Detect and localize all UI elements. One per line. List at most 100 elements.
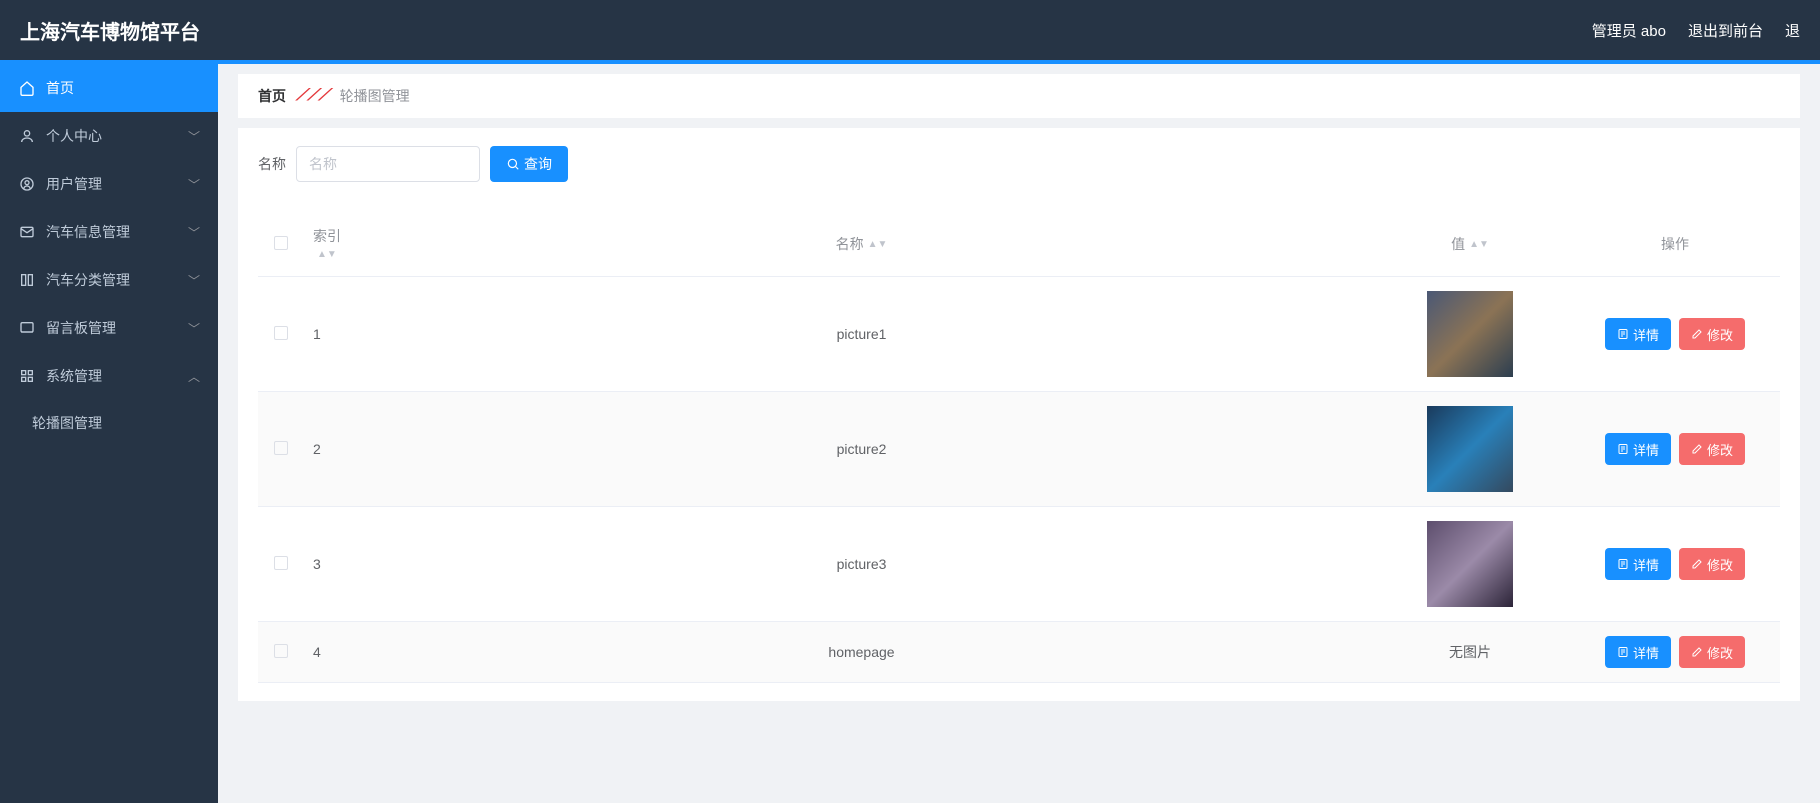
sidebar-item-label: 留言板管理 (46, 318, 116, 338)
sidebar-item-1[interactable]: 个人中心 ﹀ (0, 112, 218, 160)
breadcrumb-home[interactable]: 首页 (258, 86, 286, 106)
row-checkbox[interactable] (274, 441, 288, 455)
search-input[interactable] (296, 146, 480, 182)
breadcrumb-current: 轮播图管理 (340, 86, 410, 106)
sidebar-item-label: 个人中心 (46, 126, 102, 146)
thumbnail-image[interactable] (1427, 406, 1513, 492)
search-button-label: 查询 (524, 154, 552, 174)
cell-index: 3 (303, 507, 353, 622)
exit-link[interactable]: 退 (1785, 20, 1800, 41)
col-index[interactable]: 索引▲▼ (303, 212, 353, 277)
sidebar-item-label: 首页 (46, 78, 74, 98)
detail-button-label: 详情 (1633, 440, 1659, 459)
user-icon (18, 127, 36, 145)
edit-icon (1691, 328, 1703, 340)
detail-button-label: 详情 (1633, 325, 1659, 344)
cell-index: 2 (303, 392, 353, 507)
detail-button-label: 详情 (1633, 555, 1659, 574)
cell-name: picture1 (353, 277, 1370, 392)
edit-button-label: 修改 (1707, 643, 1733, 662)
chevron-down-icon: ﹀ (188, 128, 200, 145)
sidebar-item-4[interactable]: 汽车分类管理 ﹀ (0, 256, 218, 304)
detail-button[interactable]: 详情 (1605, 433, 1671, 465)
chevron-down-icon: ﹀ (188, 272, 200, 289)
edit-button-label: 修改 (1707, 555, 1733, 574)
no-image-text: 无图片 (1449, 644, 1491, 660)
sort-icon: ▲▼ (868, 242, 888, 248)
edit-icon (1691, 558, 1703, 570)
chevron-down-icon: ﹀ (188, 224, 200, 241)
search-icon (506, 157, 520, 171)
detail-icon (1617, 443, 1629, 455)
mail-icon (18, 223, 36, 241)
board-icon (18, 319, 36, 337)
sidebar-item-label: 用户管理 (46, 174, 102, 194)
row-checkbox[interactable] (274, 326, 288, 340)
search-button[interactable]: 查询 (490, 146, 568, 182)
chevron-down-icon: ﹀ (188, 176, 200, 193)
grid-icon (18, 367, 36, 385)
edit-icon (1691, 443, 1703, 455)
sidebar-item-label: 汽车信息管理 (46, 222, 130, 242)
edit-button-label: 修改 (1707, 325, 1733, 344)
sort-icon: ▲▼ (1469, 242, 1489, 248)
table-row: 2 picture2 详情 修改 (258, 392, 1780, 507)
cell-value (1370, 392, 1570, 507)
breadcrumb: 首页 ⟋⟋⟋ 轮播图管理 (238, 74, 1800, 118)
sidebar: 首页个人中心 ﹀ 用户管理 ﹀ 汽车信息管理 ﹀ 汽车分类管理 ﹀ 留言板管理 ﹀ 系统管理︿轮播图… (0, 64, 218, 803)
edit-button-label: 修改 (1707, 440, 1733, 459)
sidebar-item-3[interactable]: 汽车信息管理 ﹀ (0, 208, 218, 256)
detail-button[interactable]: 详情 (1605, 636, 1671, 668)
header-right: 管理员 abo 退出到前台 退 (1592, 20, 1800, 41)
sidebar-subitem-carousel[interactable]: 轮播图管理 (0, 400, 218, 446)
sort-icon: ▲▼ (317, 252, 337, 258)
detail-button[interactable]: 详情 (1605, 548, 1671, 580)
breadcrumb-separator-icon: ⟋⟋⟋ (296, 87, 330, 105)
sidebar-item-label: 系统管理 (46, 366, 102, 386)
edit-button[interactable]: 修改 (1679, 318, 1745, 350)
thumbnail-image[interactable] (1427, 291, 1513, 377)
home-icon (18, 79, 36, 97)
edit-button[interactable]: 修改 (1679, 433, 1745, 465)
logout-link[interactable]: 退出到前台 (1688, 20, 1763, 41)
cell-value: 无图片 (1370, 622, 1570, 683)
edit-button[interactable]: 修改 (1679, 636, 1745, 668)
brand-title: 上海汽车博物馆平台 (20, 16, 200, 45)
detail-button[interactable]: 详情 (1605, 318, 1671, 350)
edit-button[interactable]: 修改 (1679, 548, 1745, 580)
cell-name: picture2 (353, 392, 1370, 507)
sidebar-item-label: 汽车分类管理 (46, 270, 130, 290)
cell-name: picture3 (353, 507, 1370, 622)
sidebar-item-6[interactable]: 系统管理︿ (0, 352, 218, 400)
detail-icon (1617, 558, 1629, 570)
col-op: 操作 (1570, 212, 1780, 277)
sidebar-item-2[interactable]: 用户管理 ﹀ (0, 160, 218, 208)
row-checkbox[interactable] (274, 556, 288, 570)
col-name[interactable]: 名称▲▼ (353, 212, 1370, 277)
sidebar-item-5[interactable]: 留言板管理 ﹀ (0, 304, 218, 352)
cell-name: homepage (353, 622, 1370, 683)
edit-icon (1691, 646, 1703, 658)
thumbnail-image[interactable] (1427, 521, 1513, 607)
sidebar-item-0[interactable]: 首页 (0, 64, 218, 112)
select-all-checkbox[interactable] (274, 236, 288, 250)
table-row: 4 homepage 无图片 详情 修改 (258, 622, 1780, 683)
cell-value (1370, 277, 1570, 392)
table-row: 1 picture1 详情 修改 (258, 277, 1780, 392)
cell-value (1370, 507, 1570, 622)
data-table: 索引▲▼ 名称▲▼ 值▲▼ 操作 1 picture1 详情 修改 (258, 212, 1780, 683)
col-value[interactable]: 值▲▼ (1370, 212, 1570, 277)
row-checkbox[interactable] (274, 644, 288, 658)
detail-icon (1617, 646, 1629, 658)
cell-index: 4 (303, 622, 353, 683)
chevron-down-icon: ﹀ (188, 320, 200, 337)
table-row: 3 picture3 详情 修改 (258, 507, 1780, 622)
header: 上海汽车博物馆平台 管理员 abo 退出到前台 退 (0, 0, 1820, 60)
main-content: 首页 ⟋⟋⟋ 轮播图管理 名称 查询 索引▲▼ 名称▲▼ 值 (218, 64, 1820, 803)
detail-icon (1617, 328, 1629, 340)
search-bar: 名称 查询 (258, 146, 1780, 182)
content-card: 名称 查询 索引▲▼ 名称▲▼ 值▲▼ 操作 (238, 128, 1800, 701)
cell-index: 1 (303, 277, 353, 392)
detail-button-label: 详情 (1633, 643, 1659, 662)
user-label[interactable]: 管理员 abo (1592, 20, 1666, 41)
